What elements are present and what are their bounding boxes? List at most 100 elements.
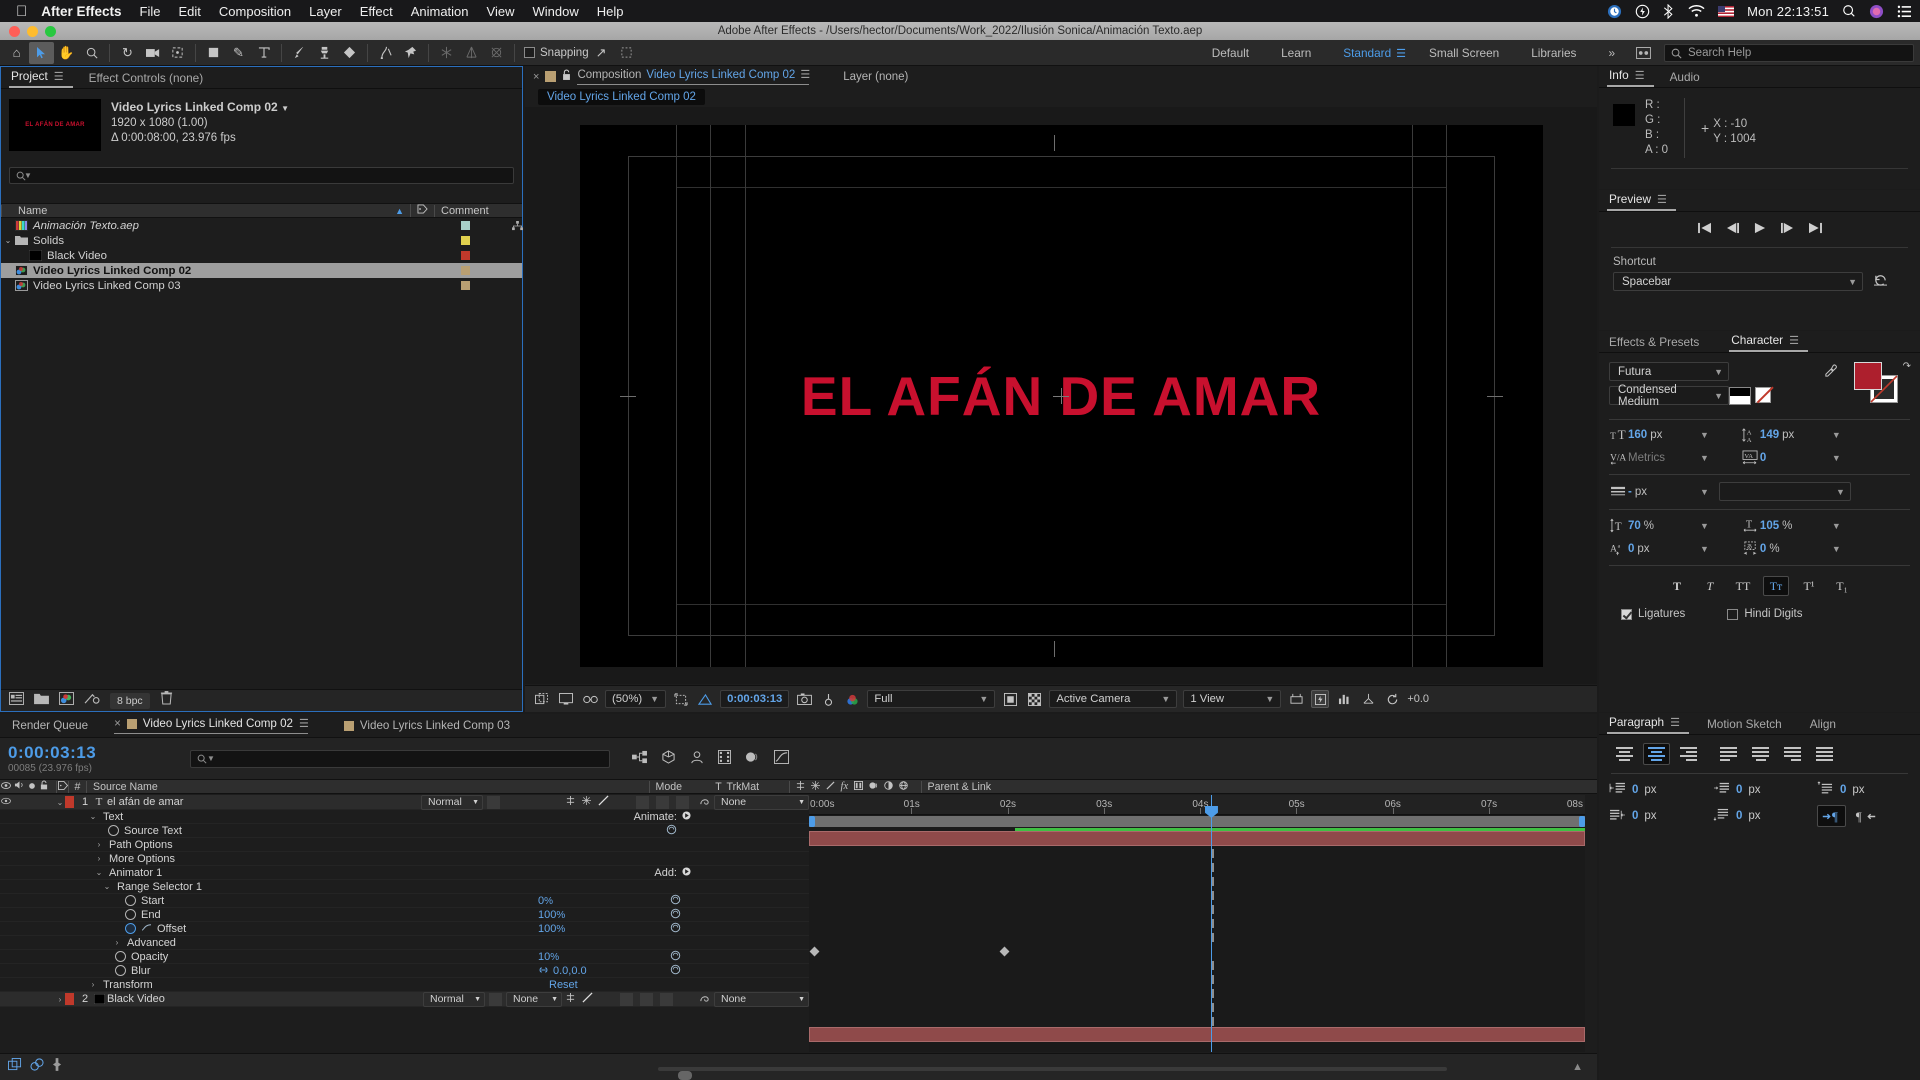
lock-icon[interactable] (562, 69, 571, 84)
workspace-small-screen[interactable]: Small Screen (1413, 46, 1515, 60)
property-value[interactable]: 10 (538, 951, 550, 963)
play-icon[interactable] (1754, 222, 1766, 237)
tab-project[interactable]: Project ☰ (9, 67, 73, 88)
stopwatch-icon[interactable] (125, 895, 136, 906)
3d-ground-plane-icon[interactable] (1359, 690, 1377, 708)
twisty-collapsed-icon[interactable]: › (94, 854, 104, 863)
snap-align-icon[interactable]: ↗ (589, 42, 614, 64)
wifi-icon[interactable] (1688, 4, 1705, 18)
menu-help[interactable]: Help (597, 4, 624, 19)
previous-frame-icon[interactable] (1726, 222, 1740, 237)
column-comment[interactable]: Comment (434, 204, 522, 217)
expression-link-icon[interactable] (666, 824, 677, 838)
align-center-button[interactable] (1643, 743, 1670, 765)
property-row[interactable]: ⌄ Animator 1 Add: (0, 866, 809, 880)
preserve-transparency-column[interactable]: T (711, 781, 727, 793)
property-row[interactable]: End 100% (0, 908, 809, 922)
animate-menu-icon[interactable] (682, 810, 691, 823)
layer-name[interactable]: Black Video (107, 993, 423, 1005)
list-item[interactable]: Animación Texto.aep (1, 218, 523, 233)
frame-blending-icon[interactable] (718, 750, 731, 767)
faux-italic-button[interactable]: T (1697, 576, 1723, 596)
zoom-tool-icon[interactable] (79, 42, 104, 64)
list-item[interactable]: Black Video (1, 248, 522, 263)
interpret-footage-icon[interactable] (9, 691, 24, 710)
composition-stage[interactable]: EL AFÁN DE AMAR (579, 124, 1543, 667)
new-composition-icon[interactable] (59, 691, 74, 710)
project-settings-icon[interactable] (84, 692, 100, 710)
lock-switch-icon[interactable] (37, 780, 51, 793)
ltr-direction-button[interactable]: ¶ (1817, 805, 1846, 827)
table-row[interactable]: ⌄ 1 T el afán de amar Normal ▼ None ▼ (0, 795, 809, 810)
space-after-field[interactable]: 0 px (1713, 805, 1799, 827)
transparency-grid-icon[interactable] (1025, 690, 1043, 708)
property-row[interactable]: Blur 0.0,0.0 (0, 964, 809, 978)
link-dimensions-icon[interactable] (538, 965, 549, 977)
align-left-button[interactable] (1611, 743, 1638, 765)
selection-tool-icon[interactable] (29, 41, 54, 64)
rectangle-tool-icon[interactable] (201, 42, 226, 64)
rtl-direction-button[interactable]: ¶ (1851, 805, 1880, 827)
stopwatch-icon[interactable] (125, 909, 136, 920)
panel-menu-icon[interactable]: ☰ (1789, 334, 1799, 347)
leading-field[interactable]: 149 px (1760, 429, 1832, 441)
label-color-swatch[interactable] (461, 266, 470, 275)
reset-link[interactable]: Reset (549, 979, 578, 991)
draft-3d-icon[interactable] (661, 750, 676, 767)
effects-icon[interactable]: fx (841, 781, 849, 792)
workspace-overflow-icon[interactable]: » (1592, 46, 1631, 60)
rotation-tool-icon[interactable]: ↻ (115, 42, 140, 64)
comp-button-icon[interactable] (30, 1058, 44, 1076)
list-item[interactable]: Video Lyrics Linked Comp 03 (1, 278, 522, 293)
timeline-current-time[interactable]: 0:00:03:13 00085 (23.976 fps) (0, 743, 190, 774)
close-button[interactable] (9, 26, 20, 37)
duration-start-handle[interactable] (809, 816, 815, 827)
current-time-indicator[interactable] (1204, 795, 1218, 1052)
list-item-selected[interactable]: Video Lyrics Linked Comp 02 (1, 263, 522, 278)
search-dropdown-icon[interactable]: ▼ (207, 754, 215, 763)
tab-preview[interactable]: Preview ☰ (1607, 190, 1676, 211)
resolution-select[interactable]: Full ▼ (867, 690, 996, 708)
hand-tool-icon[interactable]: ✋ (54, 42, 79, 64)
preserve-transparency-toggle[interactable] (487, 795, 500, 809)
property-value[interactable]: 0.0,0.0 (553, 965, 587, 977)
layer-duration-bar[interactable] (809, 831, 1585, 846)
next-frame-icon[interactable] (1780, 222, 1794, 237)
toggle-switches-modes-icon[interactable] (8, 1058, 22, 1076)
menu-window[interactable]: Window (532, 4, 578, 19)
siri-icon[interactable] (1869, 4, 1884, 19)
brush-tool-icon[interactable] (287, 42, 312, 64)
timeline-horizontal-scrollbar[interactable] (658, 1065, 1447, 1080)
stopwatch-icon-enabled[interactable] (125, 923, 136, 934)
tab-paragraph[interactable]: Paragraph ☰ (1607, 713, 1689, 734)
eyedropper-icon[interactable] (1824, 364, 1838, 383)
new-folder-icon[interactable] (34, 692, 49, 710)
font-family-select[interactable]: Futura ▼ (1609, 362, 1729, 381)
unified-camera-icon[interactable] (434, 42, 459, 64)
hindi-digits-checkbox-row[interactable]: Hindi Digits (1727, 608, 1802, 620)
home-icon[interactable]: ⌂ (4, 42, 29, 64)
camera-tool-icon[interactable] (140, 42, 165, 64)
menu-file[interactable]: File (140, 4, 161, 19)
property-row[interactable]: › Advanced (0, 936, 809, 950)
project-search-input[interactable]: ▼ (9, 167, 514, 184)
close-tab-icon[interactable]: × (114, 717, 121, 730)
layer-name[interactable]: el afán de amar (107, 796, 421, 808)
workspace-settings-icon[interactable] (1631, 42, 1656, 64)
graph-icon[interactable] (141, 923, 152, 935)
tab-effects-presets[interactable]: Effects & Presets (1607, 333, 1709, 352)
shy-toggle-icon[interactable] (566, 796, 575, 808)
pixel-motion-icon[interactable] (52, 1058, 62, 1076)
ligatures-checkbox[interactable] (1621, 608, 1632, 620)
quality-toggle-icon[interactable] (598, 795, 609, 809)
layer-index-column[interactable]: # (68, 780, 86, 793)
justify-last-right-button[interactable] (1779, 743, 1806, 765)
tab-composition[interactable]: Composition Video Lyrics Linked Comp 02 … (577, 68, 810, 85)
collapse-transform-icon[interactable] (810, 780, 820, 793)
panel-menu-icon[interactable]: ☰ (1635, 69, 1645, 82)
expression-link-icon[interactable] (670, 964, 681, 978)
justify-last-center-button[interactable] (1747, 743, 1774, 765)
camera-select[interactable]: Active Camera ▼ (1049, 690, 1178, 708)
view-count-select[interactable]: 1 View ▼ (1183, 690, 1282, 708)
work-area-duration-bar[interactable] (809, 816, 1585, 827)
